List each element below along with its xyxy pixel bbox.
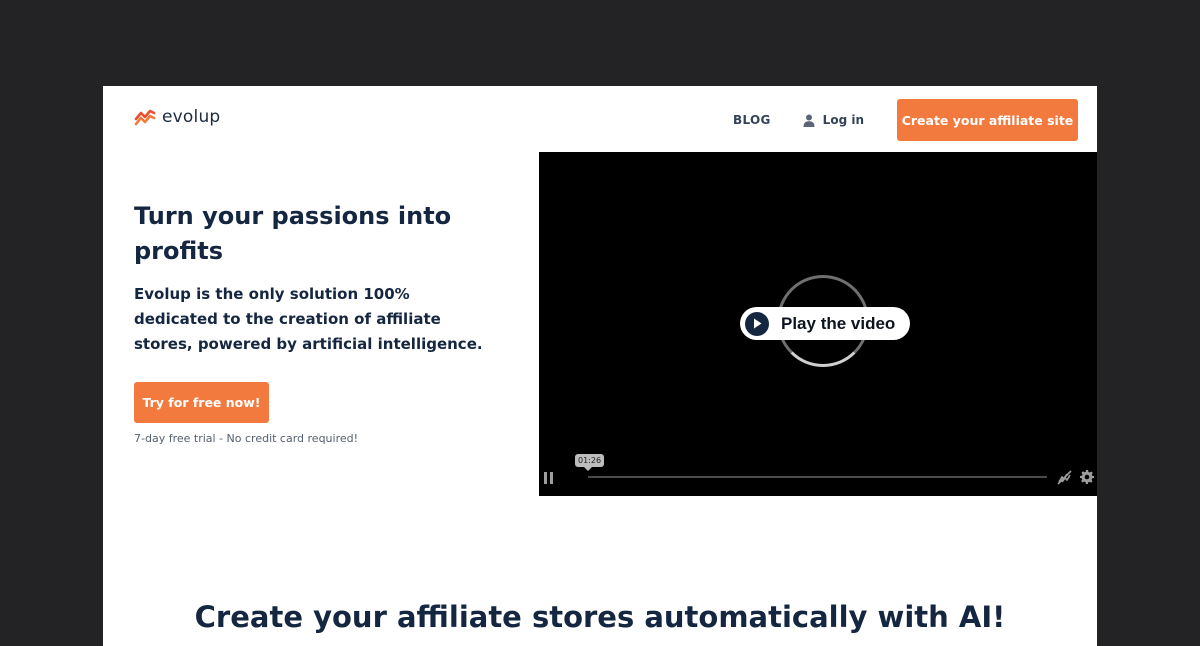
settings-gear-icon[interactable] (1079, 469, 1095, 485)
play-video-label: Play the video (781, 313, 896, 333)
create-affiliate-site-button[interactable]: Create your affiliate site (897, 99, 1078, 141)
try-free-button[interactable]: Try for free now! (134, 382, 269, 423)
top-nav: BLOG Log in Create your affiliate site (733, 99, 1078, 141)
video-progress-bar[interactable] (588, 476, 1047, 478)
section-heading: Create your affiliate stores automatical… (194, 600, 1006, 634)
user-icon (803, 114, 815, 127)
hero-description: Evolup is the only solution 100% dedicat… (134, 285, 483, 353)
hero-title: Turn your passions into profits (134, 202, 452, 265)
login-label: Log in (822, 113, 864, 127)
logo[interactable]: evolup (134, 107, 220, 127)
evolup-logo-icon (134, 109, 156, 126)
video-player[interactable]: Play the video 01:26 (539, 152, 1097, 496)
nav-blog-link[interactable]: BLOG (733, 113, 771, 127)
page-card: evolup BLOG Log in Create your affiliate… (103, 86, 1097, 646)
play-icon (745, 311, 769, 336)
nav-login-link[interactable]: Log in (803, 113, 864, 127)
captions-off-icon[interactable] (1056, 469, 1072, 485)
play-video-button[interactable]: Play the video (740, 307, 910, 340)
logo-text: evolup (162, 107, 221, 127)
trial-note: 7-day free trial - No credit card requir… (134, 432, 359, 445)
pause-icon[interactable] (544, 472, 554, 484)
time-tooltip: 01:26 (575, 454, 605, 471)
